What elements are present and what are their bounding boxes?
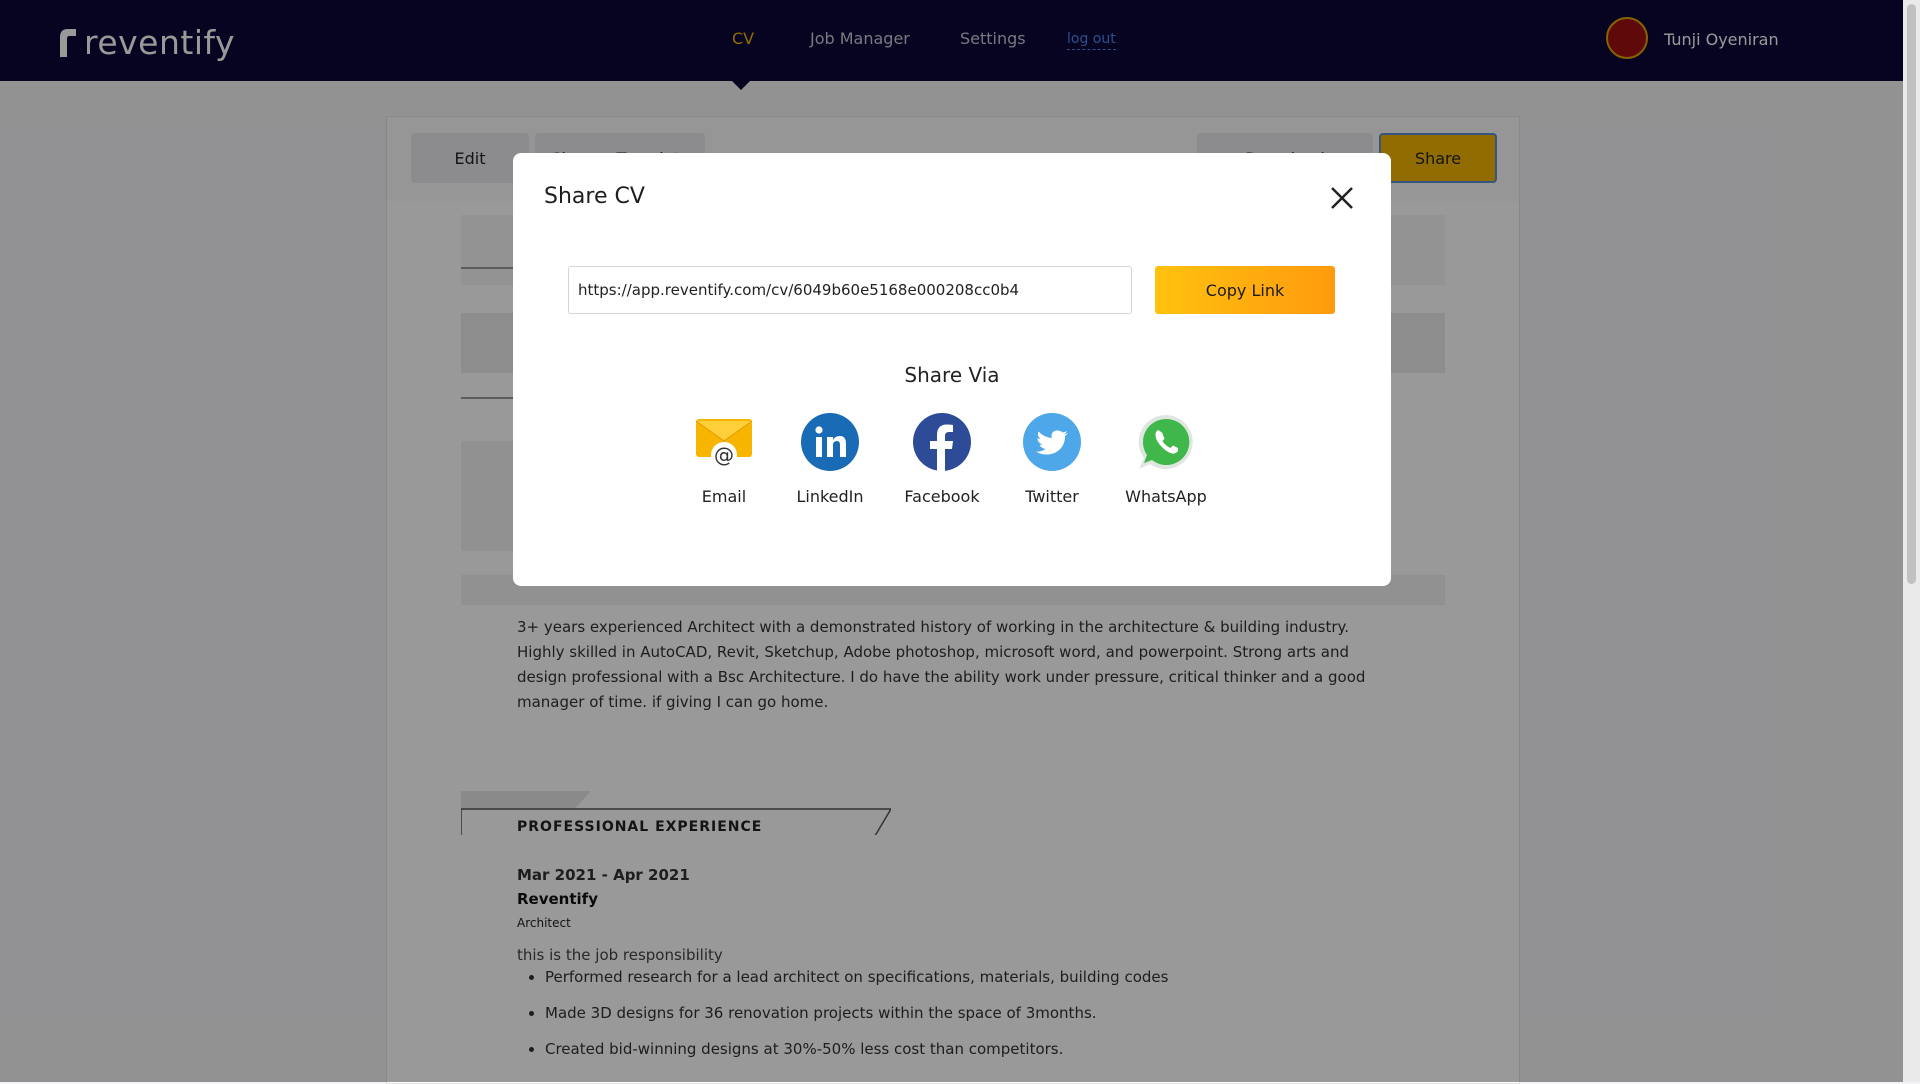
share-via-heading: Share Via (904, 363, 1000, 387)
share-whatsapp-button[interactable]: WhatsApp (1116, 413, 1216, 506)
share-option-label: Facebook (904, 487, 980, 506)
email-icon: @ (695, 419, 753, 468)
share-twitter-button[interactable]: Twitter (1002, 413, 1102, 506)
modal-title: Share CV (544, 184, 645, 209)
facebook-icon (913, 413, 971, 471)
whatsapp-icon (1138, 414, 1193, 469)
share-cv-modal: Share CV Copy Link Share Via @ Email Lin… (513, 153, 1391, 586)
linkedin-icon (801, 413, 859, 471)
share-facebook-button[interactable]: Facebook (892, 413, 992, 506)
svg-text:@: @ (714, 443, 734, 467)
share-option-label: WhatsApp (1125, 487, 1207, 506)
share-linkedin-button[interactable]: LinkedIn (780, 413, 880, 506)
share-url-input[interactable] (568, 266, 1132, 314)
share-option-label: LinkedIn (796, 487, 864, 506)
share-email-button[interactable]: @ Email (674, 413, 774, 506)
copy-link-button[interactable]: Copy Link (1155, 266, 1335, 314)
close-icon[interactable] (1327, 183, 1357, 213)
twitter-icon (1023, 413, 1081, 471)
share-option-label: Email (701, 487, 747, 506)
share-option-label: Twitter (1025, 487, 1079, 506)
scrollbar-thumb[interactable] (1907, 4, 1916, 584)
